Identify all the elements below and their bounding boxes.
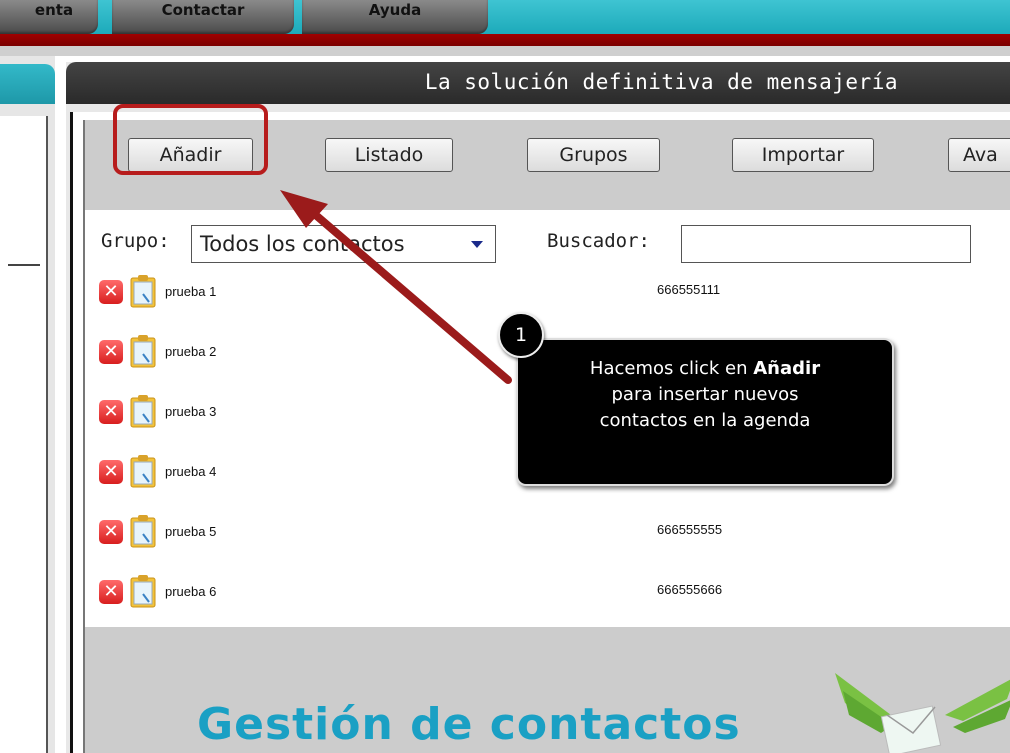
edit-notepad-icon[interactable] [129, 574, 157, 608]
delete-icon[interactable]: ✕ [99, 400, 123, 424]
groups-button[interactable]: Grupos [527, 138, 660, 172]
group-select[interactable]: Todos los contactos [191, 225, 496, 263]
nav-tab-label: Ayuda [368, 1, 422, 19]
list-item: ✕ prueba 6 666555666 [99, 574, 799, 610]
contact-name: prueba 1 [165, 284, 217, 299]
winged-envelope-logo [835, 673, 1010, 753]
nav-tab-label: Contactar [161, 1, 245, 19]
nav-tab-contactar[interactable]: Contactar [112, 0, 294, 34]
instruction-callout: Hacemos click en Añadir para insertar nu… [516, 338, 894, 486]
list-item: ✕ prueba 5 666555555 [99, 514, 799, 550]
contact-name: prueba 6 [165, 584, 217, 599]
edit-notepad-icon[interactable] [129, 514, 157, 548]
page-title: La solución definitiva de mensajería [424, 70, 898, 94]
delete-icon[interactable]: ✕ [99, 580, 123, 604]
contact-name: prueba 3 [165, 404, 217, 419]
left-sidebar [0, 56, 55, 753]
left-sidebar-content [0, 116, 48, 753]
list-button[interactable]: Listado [325, 138, 453, 172]
delete-icon[interactable]: ✕ [99, 280, 123, 304]
edit-notepad-icon[interactable] [129, 394, 157, 428]
search-input[interactable] [681, 225, 971, 263]
header-divider [0, 34, 1010, 46]
callout-line-2: para insertar nuevos [611, 384, 799, 405]
list-item: ✕ prueba 1 666555111 [99, 274, 799, 310]
contact-phone: 666555555 [657, 522, 723, 537]
nav-tab-label: enta [34, 1, 74, 19]
contact-name: prueba 5 [165, 524, 217, 539]
callout-line-1: Hacemos click en Añadir [518, 356, 892, 382]
contact-name: prueba 2 [165, 344, 217, 359]
search-label: Buscador: [547, 230, 650, 252]
left-sidebar-header [0, 64, 55, 104]
callout-text: Hacemos click en [589, 358, 754, 379]
edit-notepad-icon[interactable] [129, 274, 157, 308]
callout-line-3: contactos en la agenda [599, 410, 811, 431]
group-label: Grupo: [101, 230, 170, 252]
step-number-badge: 1 [498, 312, 544, 358]
callout-emphasis: Añadir [753, 358, 821, 379]
edit-notepad-icon[interactable] [129, 454, 157, 488]
import-button[interactable]: Importar [732, 138, 874, 172]
add-button-highlight [113, 104, 268, 175]
contact-phone: 666555666 [657, 582, 723, 597]
contact-name: prueba 4 [165, 464, 217, 479]
delete-icon[interactable]: ✕ [99, 460, 123, 484]
contact-phone: 666555111 [657, 282, 721, 297]
edit-notepad-icon[interactable] [129, 334, 157, 368]
nav-tab-cuenta[interactable]: enta [0, 0, 98, 34]
delete-icon[interactable]: ✕ [99, 520, 123, 544]
group-select-value: Todos los contactos [200, 232, 405, 256]
divider [8, 264, 40, 266]
toolbar: Añadir Listado Grupos Importar Ava [85, 104, 1010, 210]
promo-banner: Gestión de contactos [85, 627, 1010, 753]
filter-row: Grupo: Todos los contactos Buscador: [85, 220, 1010, 263]
delete-icon[interactable]: ✕ [99, 340, 123, 364]
advanced-button[interactable]: Ava [948, 138, 1010, 172]
banner-title: Gestión de contactos [197, 699, 741, 750]
chevron-down-icon [471, 241, 483, 248]
main-panel-header: La solución definitiva de mensajería [66, 62, 1010, 104]
nav-tab-ayuda[interactable]: Ayuda [302, 0, 488, 34]
header-shadow [0, 46, 1010, 56]
